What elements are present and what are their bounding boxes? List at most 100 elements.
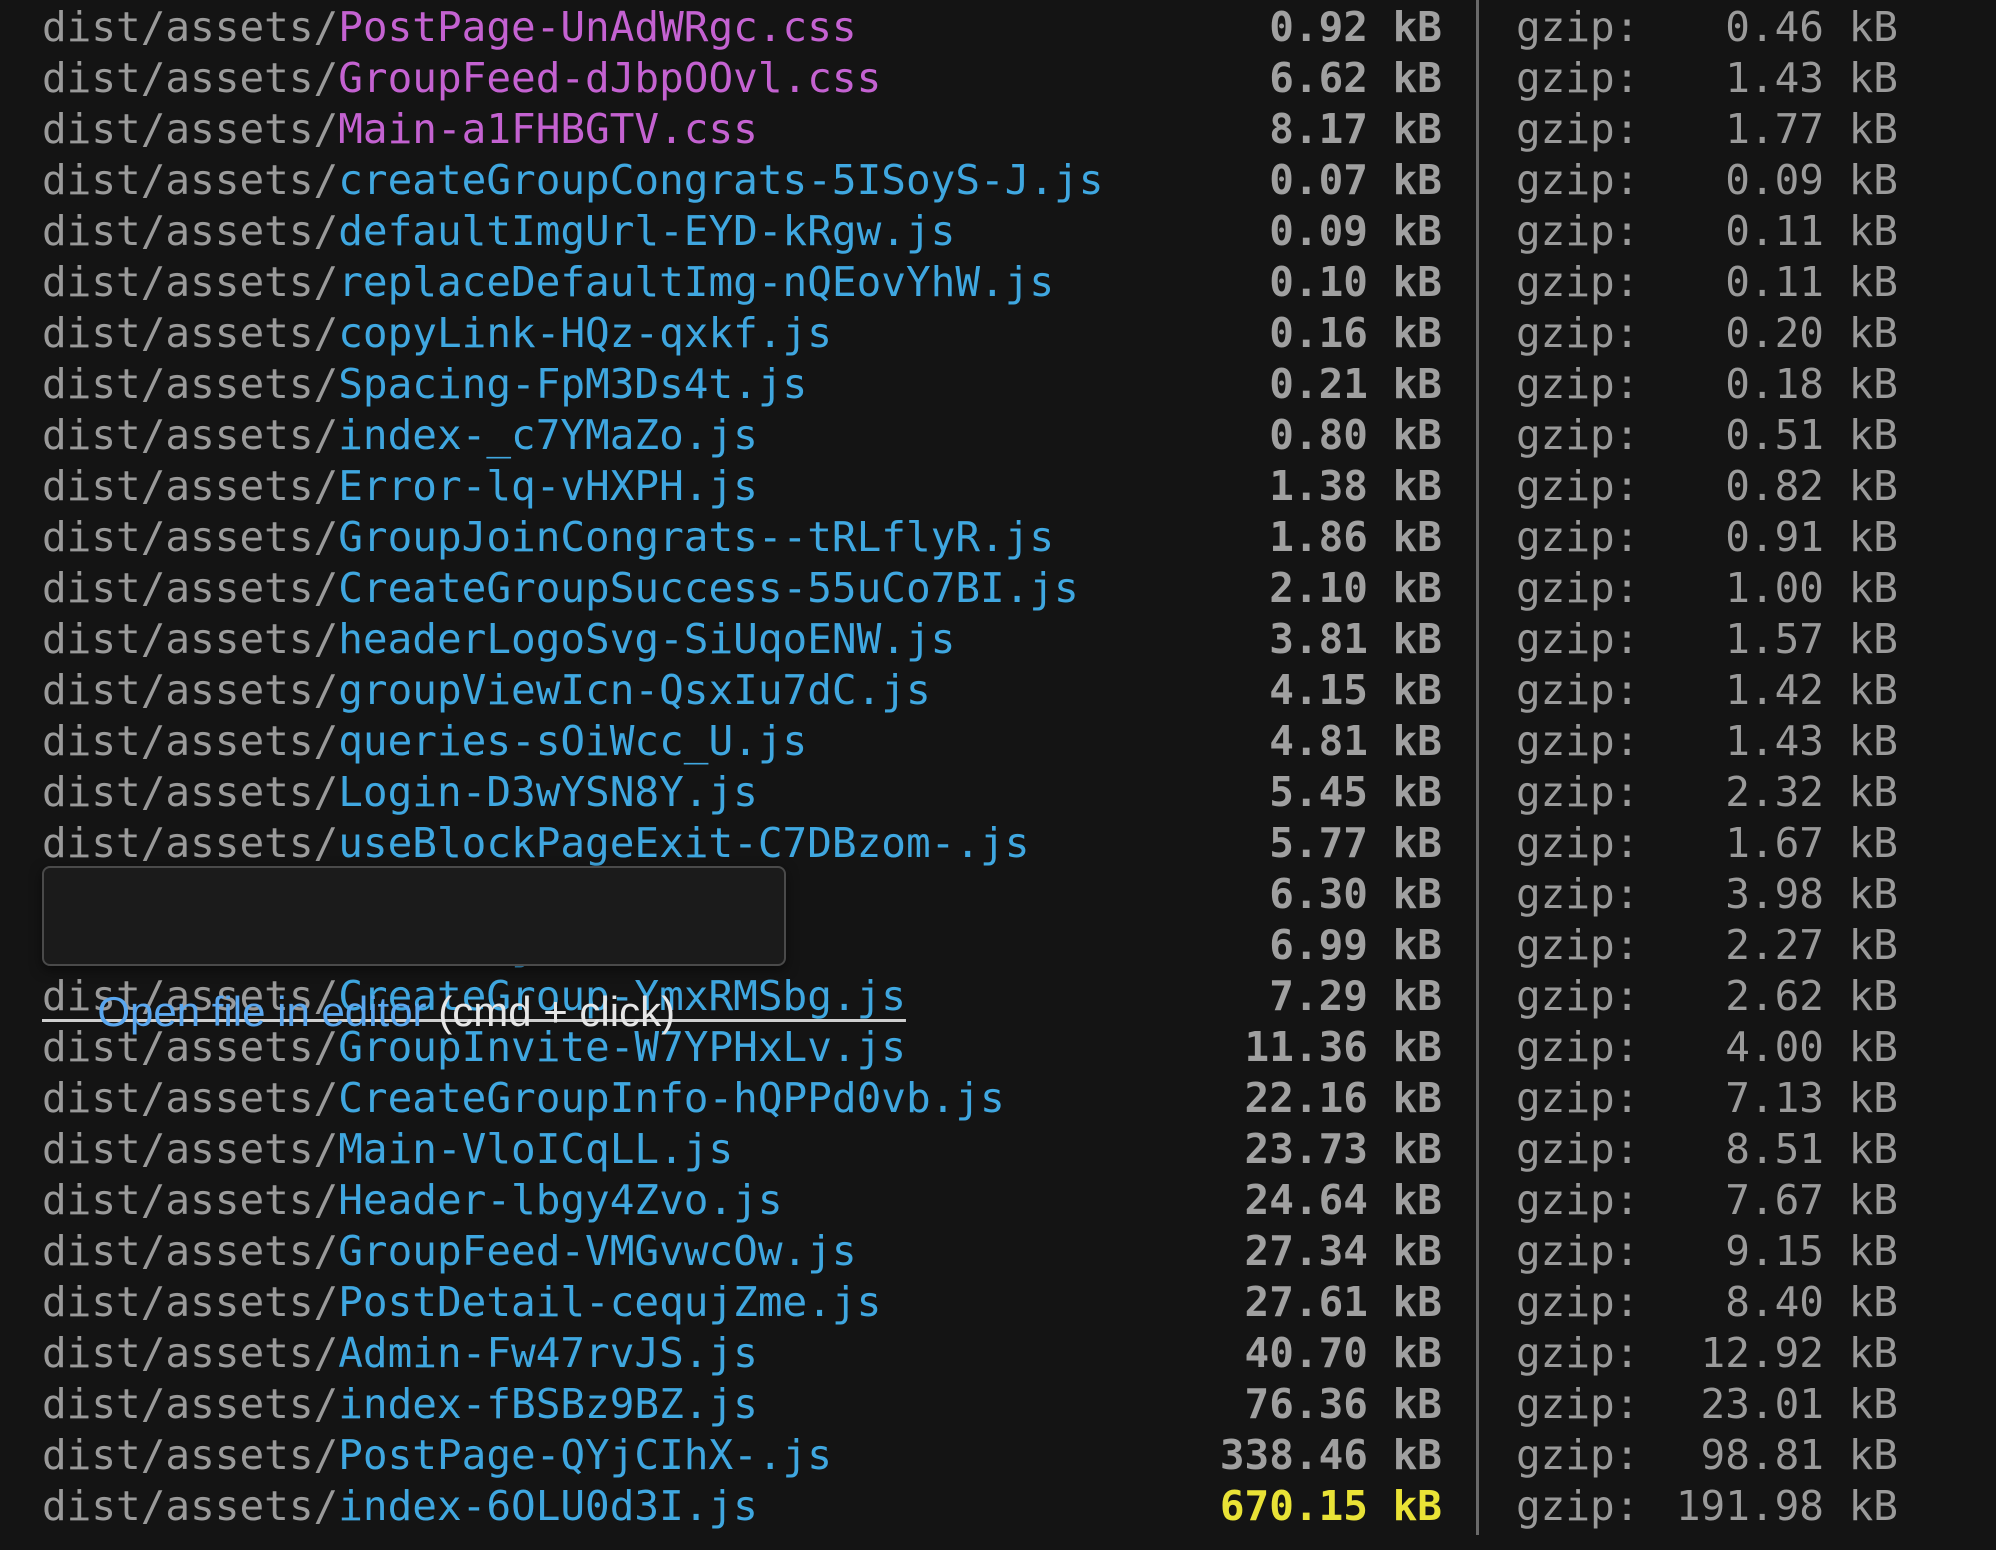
- file-name: GroupJoinCongrats--tRLflyR.js: [338, 513, 1055, 561]
- file-name: Error-lq-vHXPH.js: [338, 462, 758, 510]
- file-name: index-fBSBz9BZ.js: [338, 1380, 758, 1428]
- gzip-label: gzip:: [1516, 921, 1640, 969]
- file-path-link[interactable]: dist/assets/index-fBSBz9BZ.js: [42, 1379, 758, 1430]
- gzip-size: 1.42 kB: [1725, 666, 1898, 714]
- gzip-label: gzip:: [1516, 717, 1640, 765]
- file-name: createGroupCongrats-5ISoyS-J.js: [338, 156, 1104, 204]
- open-file-in-editor-link[interactable]: Open file in editor: [97, 988, 426, 1035]
- file-path-link[interactable]: dist/assets/PostPage-UnAdWRgc.css: [42, 2, 857, 53]
- file-path-link[interactable]: dist/assets/Login-D3wYSN8Y.js: [42, 767, 758, 818]
- file-size: 6.62 kB: [1269, 54, 1442, 102]
- file-path-link[interactable]: dist/assets/Error-lq-vHXPH.js: [42, 461, 758, 512]
- gzip-label: gzip:: [1516, 1074, 1640, 1122]
- file-path-link[interactable]: dist/assets/replaceDefaultImg-nQEovYhW.j…: [42, 257, 1054, 308]
- file-path-link[interactable]: dist/assets/PostPage-QYjCIhX-.js: [42, 1430, 832, 1481]
- gzip-size: 191.98 kB: [1675, 1482, 1898, 1530]
- file-path-link[interactable]: dist/assets/createGroupCongrats-5ISoyS-J…: [42, 155, 1103, 206]
- gzip-size: 2.27 kB: [1725, 921, 1898, 969]
- file-size: 6.99 kB: [1269, 921, 1442, 969]
- file-path-link[interactable]: dist/assets/headerLogoSvg-SiUqoENW.js: [42, 614, 955, 665]
- file-path-link[interactable]: dist/assets/Spacing-FpM3Ds4t.js: [42, 359, 807, 410]
- file-size: 7.29 kB: [1269, 972, 1442, 1020]
- file-path-link[interactable]: dist/assets/queries-sOiWcc_U.js: [42, 716, 807, 767]
- gzip-size: 1.00 kB: [1725, 564, 1898, 612]
- file-size: 40.70 kB: [1244, 1329, 1442, 1377]
- output-line: dist/assets/queries-sOiWcc_U.js 4.81 kB gz…: [0, 716, 1996, 767]
- output-line: dist/assets/createGroupCongrats-5ISoyS-J…: [0, 155, 1996, 206]
- gzip-label: gzip:: [1516, 105, 1640, 153]
- output-line: dist/assets/Spacing-FpM3Ds4t.js 0.21 kB gz…: [0, 359, 1996, 410]
- file-size: 5.45 kB: [1269, 768, 1442, 816]
- file-path-link[interactable]: dist/assets/defaultImgUrl-EYD-kRgw.js: [42, 206, 955, 257]
- file-path-link[interactable]: dist/assets/CreateGroupInfo-hQPPd0vb.js: [42, 1073, 1005, 1124]
- gzip-label: gzip:: [1516, 666, 1640, 714]
- gzip-size: 1.77 kB: [1725, 105, 1898, 153]
- file-path-link[interactable]: dist/assets/useBlockPageExit-C7DBzom-.js: [42, 818, 1029, 869]
- output-line: dist/assets/useBlockPageExit-C7DBzom-.js…: [0, 818, 1996, 869]
- gzip-size: 1.67 kB: [1725, 819, 1898, 867]
- file-name: useBlockPageExit-C7DBzom-.js: [338, 819, 1030, 867]
- file-size: 0.16 kB: [1269, 309, 1442, 357]
- file-path-prefix: dist/assets/: [42, 1380, 339, 1428]
- file-path-link[interactable]: dist/assets/groupViewIcn-QsxIu7dC.js: [42, 665, 931, 716]
- gzip-label: gzip:: [1516, 207, 1640, 255]
- output-line: dist/assets/Header-lbgy4Zvo.js 24.64 kB gz…: [0, 1175, 1996, 1226]
- terminal-output: dist/assets/PostPage-UnAdWRgc.css 0.92 kB…: [0, 0, 1996, 1550]
- gzip-size: 9.15 kB: [1725, 1227, 1898, 1275]
- file-size: 23.73 kB: [1244, 1125, 1442, 1173]
- output-line: dist/assets/Error-lq-vHXPH.js 1.38 kB gzip…: [0, 461, 1996, 512]
- file-path-prefix: dist/assets/: [42, 3, 339, 51]
- output-line: dist/assets/Main-VloICqLL.js 23.73 kB gzip…: [0, 1124, 1996, 1175]
- output-line: dist/assets/index-6OLU0d3I.js 670.15 kB gz…: [0, 1481, 1996, 1532]
- file-size: 0.10 kB: [1269, 258, 1442, 306]
- file-name: PostPage-QYjCIhX-.js: [338, 1431, 832, 1479]
- file-path-link[interactable]: dist/assets/CreateGroupSuccess-55uCo7BI.…: [42, 563, 1079, 614]
- file-path-link[interactable]: dist/assets/index-_c7YMaZo.js: [42, 410, 758, 461]
- gzip-size: 3.98 kB: [1725, 870, 1898, 918]
- file-path-prefix: dist/assets/: [42, 207, 339, 255]
- file-path-prefix: dist/assets/: [42, 1482, 339, 1530]
- gzip-label: gzip:: [1516, 768, 1640, 816]
- gzip-size: 0.46 kB: [1725, 3, 1898, 51]
- gzip-size: 8.40 kB: [1725, 1278, 1898, 1326]
- file-path-link[interactable]: dist/assets/GroupFeed-dJbpOOvl.css: [42, 53, 881, 104]
- output-line: dist/assets/index-fBSBz9BZ.js 76.36 kB gzi…: [0, 1379, 1996, 1430]
- file-name: GroupFeed-dJbpOOvl.css: [338, 54, 882, 102]
- gzip-size: 1.43 kB: [1725, 54, 1898, 102]
- file-name: queries-sOiWcc_U.js: [338, 717, 808, 765]
- file-size: 4.15 kB: [1269, 666, 1442, 714]
- file-name: Main-VloICqLL.js: [338, 1125, 734, 1173]
- output-line: dist/assets/Login-D3wYSN8Y.js 5.45 kB gzip…: [0, 767, 1996, 818]
- file-path-prefix: dist/assets/: [42, 1329, 339, 1377]
- file-path-link[interactable]: dist/assets/Main-VloICqLL.js: [42, 1124, 733, 1175]
- file-path-link[interactable]: dist/assets/GroupFeed-VMGvwcOw.js: [42, 1226, 857, 1277]
- gzip-label: gzip:: [1516, 1023, 1640, 1071]
- gzip-size: 2.32 kB: [1725, 768, 1898, 816]
- file-path-link[interactable]: dist/assets/Admin-Fw47rvJS.js: [42, 1328, 758, 1379]
- gzip-label: gzip:: [1516, 1329, 1640, 1377]
- file-path-link[interactable]: dist/assets/Header-lbgy4Zvo.js: [42, 1175, 783, 1226]
- gzip-label: gzip:: [1516, 819, 1640, 867]
- gzip-size: 1.57 kB: [1725, 615, 1898, 663]
- gzip-label: gzip:: [1516, 462, 1640, 510]
- file-path-prefix: dist/assets/: [42, 1431, 339, 1479]
- file-path-link[interactable]: dist/assets/GroupJoinCongrats--tRLflyR.j…: [42, 512, 1054, 563]
- gzip-label: gzip:: [1516, 1227, 1640, 1275]
- file-path-link[interactable]: dist/assets/copyLink-HQz-qxkf.js: [42, 308, 832, 359]
- gzip-size: 0.18 kB: [1725, 360, 1898, 408]
- file-size: 27.61 kB: [1244, 1278, 1442, 1326]
- gzip-label: gzip:: [1516, 360, 1640, 408]
- file-path-prefix: dist/assets/: [42, 54, 339, 102]
- file-path-link[interactable]: dist/assets/Main-a1FHBGTV.css: [42, 104, 758, 155]
- gzip-label: gzip:: [1516, 309, 1640, 357]
- output-line: dist/assets/PostPage-QYjCIhX-.js 338.46 k…: [0, 1430, 1996, 1481]
- file-path-link[interactable]: dist/assets/index-6OLU0d3I.js: [42, 1481, 758, 1532]
- file-size: 0.21 kB: [1269, 360, 1442, 408]
- file-path-prefix: dist/assets/: [42, 1227, 339, 1275]
- gzip-label: gzip:: [1516, 972, 1640, 1020]
- file-path-prefix: dist/assets/: [42, 819, 339, 867]
- file-path-link[interactable]: dist/assets/PostDetail-cequjZme.js: [42, 1277, 881, 1328]
- gzip-size: 0.11 kB: [1725, 258, 1898, 306]
- file-size: 8.17 kB: [1269, 105, 1442, 153]
- file-name: Admin-Fw47rvJS.js: [338, 1329, 758, 1377]
